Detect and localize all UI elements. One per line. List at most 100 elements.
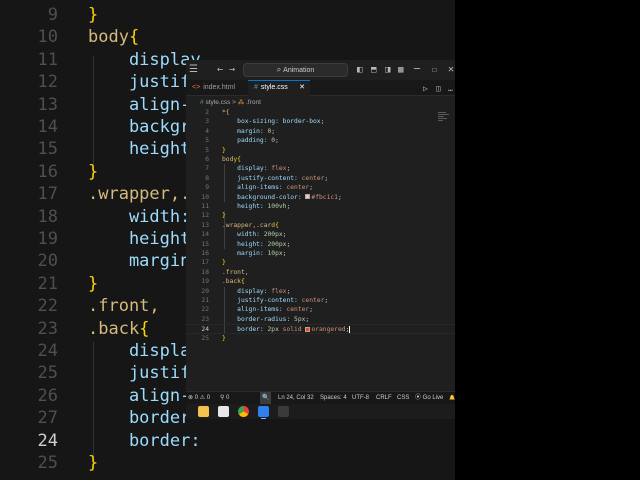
minimap[interactable] [438, 112, 450, 126]
breadcrumb-symbol[interactable]: .front [246, 99, 261, 106]
problems-status[interactable]: ⊗ 0 ⚠ 0 [188, 392, 210, 404]
command-center-search[interactable]: ⌕ Animation [243, 63, 348, 77]
line-number: 15 [201, 240, 209, 248]
line-number: 23 [201, 315, 209, 323]
line-number: 3 [205, 118, 209, 126]
terminal-icon[interactable] [278, 406, 289, 417]
code-line[interactable]: 19 .back{ [186, 277, 455, 286]
code-line[interactable]: 8 justify-content: center; [186, 174, 455, 183]
back-arrow-icon[interactable]: ← [217, 63, 223, 77]
color-swatch[interactable] [305, 326, 311, 332]
code-line[interactable]: 7 display: flex; [186, 164, 455, 173]
right-black-panel [455, 0, 640, 480]
cursor-position[interactable]: Ln 24, Col 32 [278, 392, 314, 404]
code-text: .wrapper,.card{ [222, 221, 279, 229]
forward-arrow-icon[interactable]: → [229, 63, 235, 77]
code-text: align-items: center; [222, 184, 313, 192]
search-label: Animation [283, 67, 315, 74]
ports-status[interactable]: ⚲ 0 [220, 392, 229, 404]
code-line[interactable]: 20 display: flex; [186, 287, 455, 296]
code-line[interactable]: 2 *{ [186, 108, 455, 117]
indentation-status[interactable]: Spaces: 4 [320, 392, 347, 404]
code-line[interactable]: 10 background-color: #fbc1c1; [186, 193, 455, 202]
chrome-icon[interactable] [238, 406, 249, 417]
tab-index-html[interactable]: <> index.html [186, 80, 248, 96]
code-line[interactable]: 23 border-radius: 5px; [186, 315, 455, 324]
zoom-icon[interactable]: 🔍 [260, 392, 272, 404]
code-text: } [222, 259, 226, 267]
layout-split-icon[interactable]: ◨ [385, 63, 390, 77]
code-line[interactable]: 14 width: 200px; [186, 230, 455, 239]
bg-code-text: .wrapper,.c [88, 184, 201, 205]
bg-code-text: border- [88, 408, 201, 429]
code-line[interactable]: 18 .front, [186, 268, 455, 277]
code-line[interactable]: 13 .wrapper,.card{ [186, 221, 455, 230]
code-text: margin: 0; [222, 127, 276, 135]
color-swatch[interactable] [305, 194, 311, 200]
code-editor[interactable]: 2 *{3 box-sizing: border-box; 4 margin: 0;… [186, 107, 455, 389]
line-number: 12 [201, 212, 209, 220]
split-editor-icon[interactable]: ◫ [436, 82, 441, 96]
go-live-button[interactable]: ⦿ Go Live [415, 392, 443, 404]
vscode-icon[interactable] [258, 406, 269, 419]
code-line[interactable]: 17} [186, 258, 455, 267]
more-actions-icon[interactable]: … [448, 82, 453, 96]
line-number: 20 [201, 287, 209, 295]
close-icon[interactable]: ✕ [448, 63, 454, 77]
bg-code-text: align-i [88, 385, 201, 406]
line-number: 21 [201, 297, 209, 304]
code-line[interactable]: 22 align-items: center; [186, 305, 455, 314]
code-line[interactable]: 6 body{ [186, 155, 455, 164]
selector-symbol-icon: ⁂ [237, 99, 245, 106]
layout-sidebar-icon[interactable]: ◧ [357, 63, 362, 77]
line-number: 10 [201, 193, 209, 201]
code-line[interactable]: 3 box-sizing: border-box; [186, 117, 455, 126]
code-text: *{ [222, 109, 230, 116]
code-line[interactable]: 24 border: 2px solid orangered; [186, 324, 455, 334]
line-number: 18 [201, 268, 209, 276]
code-line[interactable]: 16 margin: 10px; [186, 249, 455, 258]
bg-line-number: 14 [37, 117, 58, 137]
tab-style-css[interactable]: # style.css ✕ [248, 80, 310, 96]
code-line[interactable]: 12} [186, 211, 455, 220]
code-line[interactable]: 5} [186, 146, 455, 155]
maximize-icon[interactable]: ☐ [432, 63, 437, 77]
code-text: align-items: center; [222, 306, 313, 314]
minimize-icon[interactable]: ─ [414, 63, 420, 77]
bg-code-text: height: [88, 139, 201, 160]
menu-icon[interactable]: ☰ [189, 63, 198, 77]
line-number: 25 [201, 334, 209, 342]
code-line[interactable]: 11 height: 100vh; [186, 202, 455, 211]
layout-panel-icon[interactable]: ⬒ [371, 63, 376, 77]
status-bar: ⊗ 0 ⚠ 0 ⚲ 0 🔍 Ln 24, Col 32 Spaces: 4 UT… [186, 391, 455, 404]
bg-line-number: 19 [37, 229, 58, 249]
line-number: 8 [205, 174, 209, 182]
tab-label: index.html [203, 84, 236, 91]
run-icon[interactable]: ▷ [423, 82, 428, 96]
bg-code-text: .front, [88, 296, 160, 317]
line-number: 16 [201, 250, 209, 257]
breadcrumb-file[interactable]: style.css [205, 99, 230, 106]
code-text: .front, [222, 268, 249, 276]
code-line[interactable]: 4 margin: 0; [186, 127, 455, 136]
close-tab-icon[interactable]: ✕ [299, 81, 305, 95]
code-line[interactable]: 9 align-items: center; [186, 183, 455, 192]
line-number: 13 [201, 221, 209, 229]
code-line[interactable]: 25} [186, 334, 455, 343]
code-line[interactable]: 15 height: 200px; [186, 240, 455, 249]
code-line[interactable]: 21 justify-content: center; [186, 296, 455, 305]
customize-layout-icon[interactable]: ▦ [398, 63, 403, 77]
notifications-bell-icon[interactable]: 🔔 [449, 392, 455, 404]
code-line[interactable]: 5 padding: 0; [186, 136, 455, 145]
html-file-icon: <> [192, 84, 201, 91]
bg-code-text: width: [88, 206, 191, 227]
bg-line-number: 27 [37, 408, 58, 429]
bg-line-number: 22 [37, 296, 58, 317]
language-mode[interactable]: CSS [397, 392, 409, 404]
notepad-icon[interactable] [218, 406, 229, 417]
line-number: 2 [205, 109, 209, 116]
encoding-status[interactable]: UTF-8 [352, 392, 369, 404]
tab-label: style.css [260, 84, 288, 91]
eol-status[interactable]: CRLF [376, 392, 392, 404]
file-explorer-icon[interactable] [198, 406, 209, 417]
